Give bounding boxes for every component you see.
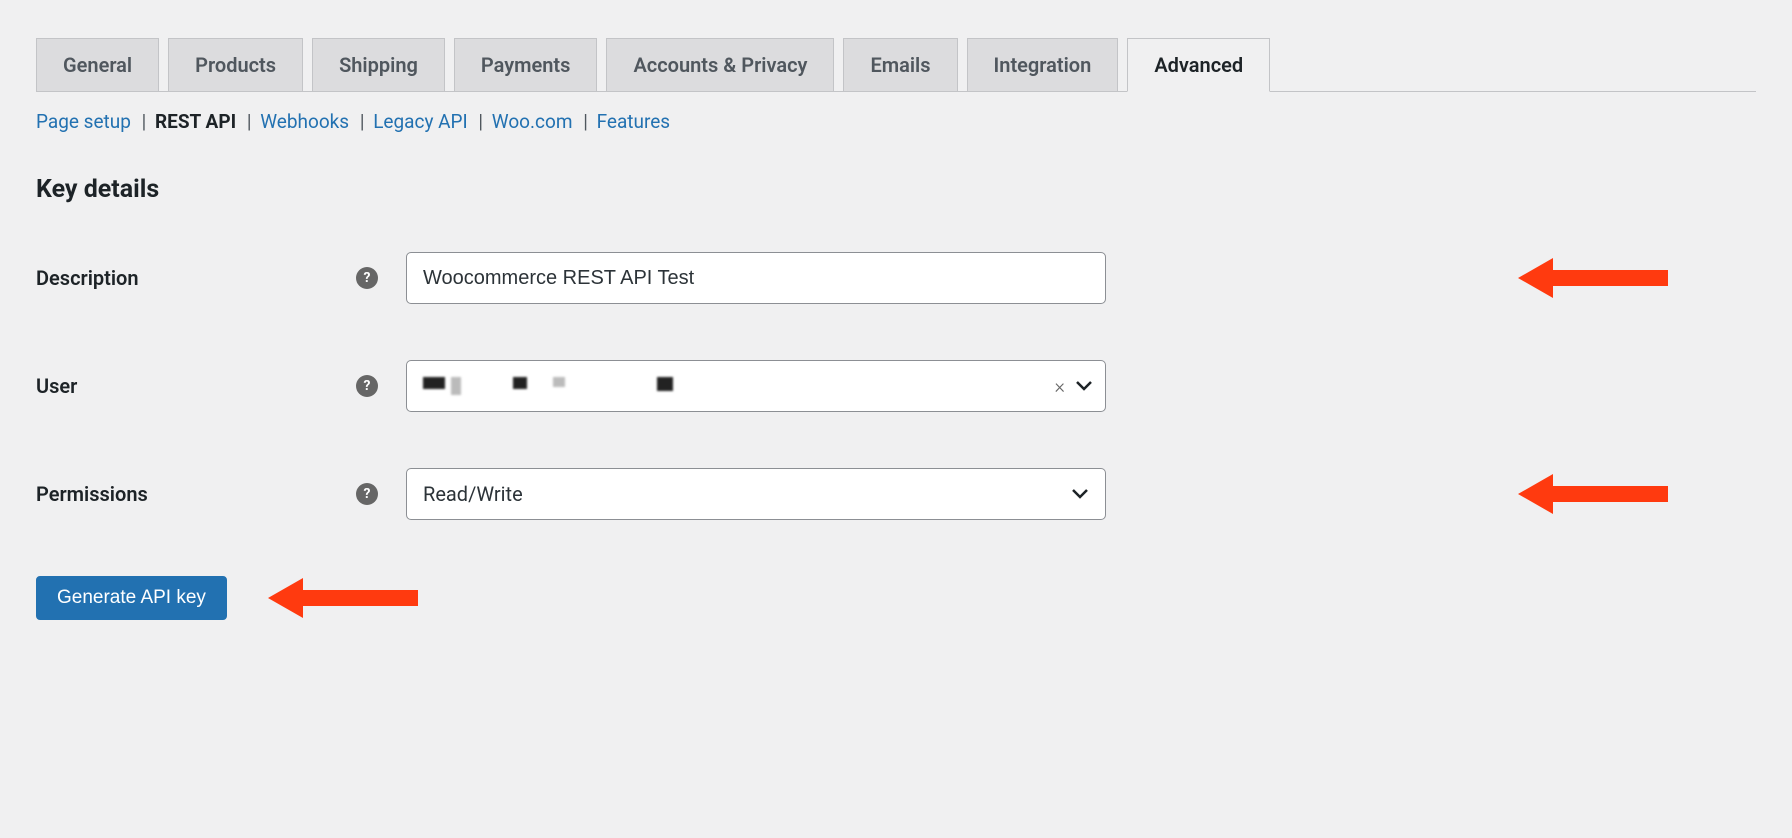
annotation-arrow — [1518, 253, 1668, 303]
permissions-value: Read/Write — [423, 482, 523, 506]
help-icon[interactable]: ? — [356, 267, 378, 289]
settings-tabs: General Products Shipping Payments Accou… — [36, 20, 1756, 92]
label-user: User — [36, 374, 77, 398]
user-select[interactable]: × — [406, 360, 1106, 412]
tab-advanced[interactable]: Advanced — [1127, 38, 1270, 92]
separator: | — [478, 110, 483, 133]
separator: | — [247, 110, 252, 133]
row-user: User ? × — [36, 360, 1756, 412]
subnav-page-setup[interactable]: Page setup — [36, 110, 131, 133]
subnav-rest-api[interactable]: REST API — [155, 110, 236, 133]
label-description: Description — [36, 266, 139, 290]
annotation-arrow — [268, 573, 418, 623]
subnav-webhooks[interactable]: Webhooks — [260, 110, 349, 133]
tab-payments[interactable]: Payments — [454, 38, 598, 91]
tab-accounts-privacy[interactable]: Accounts & Privacy — [606, 38, 834, 91]
tab-integration[interactable]: Integration — [967, 38, 1119, 91]
permissions-select[interactable]: Read/Write — [406, 468, 1106, 520]
chevron-down-icon — [1075, 380, 1093, 392]
help-icon[interactable]: ? — [356, 483, 378, 505]
description-input[interactable] — [406, 252, 1106, 304]
tab-general[interactable]: General — [36, 38, 159, 91]
annotation-arrow — [1518, 469, 1668, 519]
tab-shipping[interactable]: Shipping — [312, 38, 445, 91]
row-permissions: Permissions ? Read/Write — [36, 468, 1756, 520]
clear-user-icon[interactable]: × — [1055, 374, 1065, 398]
advanced-subnav: Page setup | REST API | Webhooks | Legac… — [36, 110, 1756, 133]
tab-products[interactable]: Products — [168, 38, 303, 91]
label-permissions: Permissions — [36, 482, 148, 506]
subnav-legacy-api[interactable]: Legacy API — [373, 110, 468, 133]
chevron-down-icon — [1071, 488, 1089, 500]
user-value-redacted — [423, 377, 673, 395]
help-icon[interactable]: ? — [356, 375, 378, 397]
subnav-woo-com[interactable]: Woo.com — [492, 110, 573, 133]
separator: | — [583, 110, 588, 133]
tab-emails[interactable]: Emails — [843, 38, 957, 91]
submit-row: Generate API key — [36, 576, 1756, 620]
generate-api-key-button[interactable]: Generate API key — [36, 576, 227, 620]
separator: | — [360, 110, 365, 133]
section-title: Key details — [36, 175, 1756, 204]
separator: | — [142, 110, 147, 133]
subnav-features[interactable]: Features — [597, 110, 671, 133]
row-description: Description ? — [36, 252, 1756, 304]
